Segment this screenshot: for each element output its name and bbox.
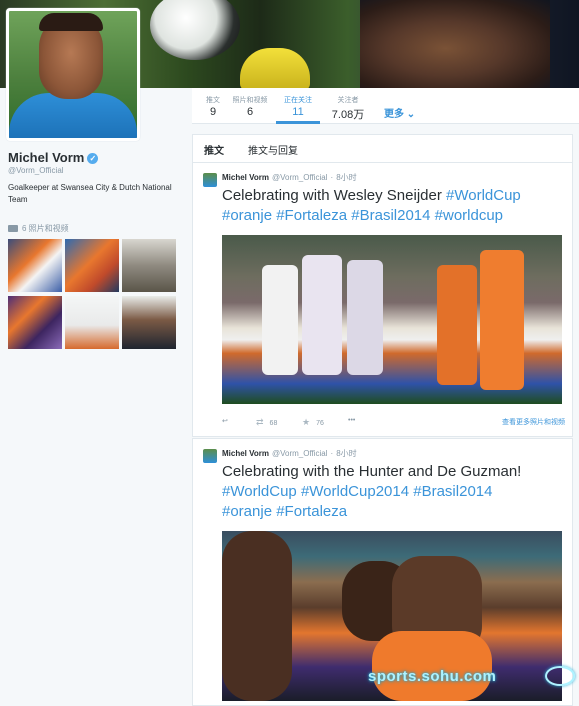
hashtag-link[interactable]: #Fortaleza <box>276 503 347 520</box>
avatar-shirt <box>9 93 137 138</box>
photo-figure <box>480 250 524 390</box>
photos-videos-label: 6 照片和视频 <box>22 224 69 233</box>
nav-photos[interactable]: 照片和视频 6 <box>232 88 268 124</box>
see-more-media-link[interactable]: 查看更多照片和视频 <box>502 417 565 427</box>
hashtag-link[interactable]: #Brasil2014 <box>351 207 430 224</box>
tweet-author-name[interactable]: Michel Vorm <box>222 173 269 182</box>
profile-name-text: Michel Vorm <box>8 150 85 165</box>
photo-figure <box>262 265 298 375</box>
nav-tweets[interactable]: 推文 9 <box>198 88 228 124</box>
tweet-header: Michel Vorm @Vorm_Official · 8小时 <box>222 448 357 459</box>
tweet-time[interactable]: 8小时 <box>336 449 356 458</box>
photo-figure <box>347 260 383 375</box>
more-icon[interactable]: ••• <box>348 417 355 424</box>
tweet[interactable]: Michel Vorm @Vorm_Official · 8小时 Celebratin… <box>192 438 573 706</box>
nav-photos-label: 照片和视频 <box>232 97 268 104</box>
retweet-icon: ⇄ <box>256 417 264 427</box>
tweet-time[interactable]: 8小时 <box>336 173 356 182</box>
hashtag-link[interactable]: #oranje <box>222 207 272 224</box>
tweet-separator: · <box>330 173 334 182</box>
photo-figure <box>437 265 477 385</box>
profile-name[interactable]: Michel Vorm ✓ <box>8 150 99 165</box>
verified-icon: ✓ <box>87 153 99 165</box>
nav-followers[interactable]: 关注者 7.08万 <box>328 88 368 124</box>
hashtag-link[interactable]: #WorldCup <box>446 187 521 204</box>
profile-handle[interactable]: @Vorm_Official <box>8 166 64 175</box>
media-thumbnail[interactable] <box>8 239 62 292</box>
watermark-swirl <box>545 666 575 686</box>
media-thumbnail[interactable] <box>65 296 119 349</box>
profile-avatar[interactable] <box>6 8 140 141</box>
hashtag-link[interactable]: #oranje <box>222 503 272 520</box>
media-thumbnail[interactable] <box>65 239 119 292</box>
tweet-author-name[interactable]: Michel Vorm <box>222 449 269 458</box>
tweet-actions: ↩ ⇄ 68 ★ 76 ••• 查看更多照片和视频 <box>222 417 567 429</box>
nav-following[interactable]: 正在关注 11 <box>276 88 320 124</box>
photo-figure <box>302 255 342 375</box>
tweet-avatar[interactable] <box>203 173 217 187</box>
tweet-author-handle[interactable]: @Vorm_Official <box>272 449 328 458</box>
nav-more-button[interactable]: 更多 ⌄ <box>384 105 415 120</box>
camera-icon <box>8 225 18 233</box>
tweet-author-handle[interactable]: @Vorm_Official <box>272 173 328 182</box>
tweet-header: Michel Vorm @Vorm_Official · 8小时 <box>222 172 357 183</box>
profile-bio: Goalkeeper at Swansea City & Dutch Natio… <box>8 183 172 204</box>
photos-videos-link[interactable]: 6 照片和视频 <box>8 223 69 234</box>
nav-followers-count: 7.08万 <box>331 109 365 121</box>
hashtag-link[interactable]: #WorldCup <box>222 483 297 500</box>
tweet-text: Celebrating with the Hunter and De Guzma… <box>222 462 567 522</box>
nav-followers-label: 关注者 <box>337 97 359 104</box>
profile-nav: 推文 9 照片和视频 6 正在关注 11 关注者 7.08万 更多 ⌄ <box>192 88 579 124</box>
tweet-text-body: Celebrating with the Hunter and De Guzma… <box>222 463 522 480</box>
banner-face <box>360 0 550 88</box>
watermark: sports.sohu.com <box>368 668 497 685</box>
tab-tweets-replies[interactable]: 推文与回复 <box>248 142 298 157</box>
reply-icon[interactable]: ↩ <box>222 417 228 425</box>
favorite-icon: ★ <box>302 417 311 427</box>
nav-photos-count: 6 <box>246 106 254 118</box>
favorite-button[interactable]: ★ 76 <box>302 417 324 428</box>
banner-ball <box>150 0 240 60</box>
photo-figure <box>222 531 292 701</box>
favorite-count: 76 <box>316 420 324 427</box>
avatar-hair <box>39 13 103 31</box>
photo-figure <box>372 631 492 701</box>
tweet-text-body: Celebrating with Wesley Sneijder <box>222 187 446 204</box>
tweet[interactable]: Michel Vorm @Vorm_Official · 8小时 Celebratin… <box>192 162 573 437</box>
tweet-text: Celebrating with Wesley Sneijder #WorldC… <box>222 186 567 226</box>
timeline-tabs: 推文 推文与回复 <box>192 134 573 162</box>
nav-following-label: 正在关注 <box>284 97 312 104</box>
media-thumbnail[interactable] <box>122 239 176 292</box>
chevron-down-icon: ⌄ <box>406 109 416 120</box>
retweet-button[interactable]: ⇄ 68 <box>256 417 277 428</box>
tweet-photo[interactable] <box>222 235 562 404</box>
retweet-count: 68 <box>269 420 278 427</box>
hashtag-link[interactable]: #Brasil2014 <box>413 483 492 500</box>
hashtag-link[interactable]: #Fortaleza <box>276 207 347 224</box>
nav-tweets-count: 9 <box>209 106 217 118</box>
nav-more-label: 更多 <box>384 109 404 120</box>
media-thumbnail[interactable] <box>122 296 176 349</box>
nav-tweets-label: 推文 <box>206 97 220 104</box>
media-thumbnail[interactable] <box>8 296 62 349</box>
hashtag-link[interactable]: #WorldCup2014 <box>301 483 409 500</box>
tweet-avatar[interactable] <box>203 449 217 463</box>
nav-following-count: 11 <box>292 106 304 118</box>
tweet-separator: · <box>330 449 334 458</box>
hashtag-link[interactable]: #worldcup <box>435 207 503 224</box>
tab-tweets[interactable]: 推文 <box>204 142 224 157</box>
banner-glove <box>240 48 310 88</box>
